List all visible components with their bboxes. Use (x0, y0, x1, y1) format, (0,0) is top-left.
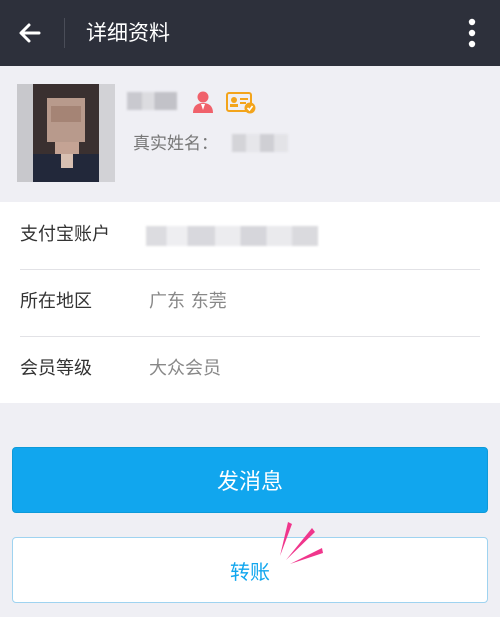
row-region: 所在地区 广东 东莞 (0, 269, 500, 336)
person-icon (193, 91, 213, 113)
send-message-button[interactable]: 发消息 (12, 447, 488, 513)
member-level-value: 大众会员 (149, 358, 221, 379)
avatar-image (17, 84, 115, 182)
page-title: 详细资料 (86, 21, 170, 45)
header-divider (64, 18, 65, 48)
alipay-account-blurred (146, 226, 318, 246)
member-level-label: 会员等级 (20, 358, 92, 379)
transfer-button[interactable]: 转账 (12, 537, 488, 603)
row-alipay-account[interactable]: 支付宝账户 (0, 202, 500, 269)
region-value: 广东 东莞 (149, 291, 227, 312)
back-button[interactable] (12, 15, 48, 51)
realname-label: 真实姓名： (133, 134, 218, 154)
more-vertical-icon (468, 18, 476, 48)
arrow-left-icon (19, 23, 41, 43)
profile-section: 真实姓名： (0, 66, 500, 202)
info-list: 支付宝账户 所在地区 广东 东莞 会员等级 大众会员 (0, 202, 500, 403)
nickname-blurred (127, 92, 177, 110)
avatar[interactable] (17, 84, 115, 182)
id-card-verified-icon (226, 92, 256, 114)
highlight-burst-icon (280, 522, 323, 564)
top-bar: 详细资料 (0, 0, 500, 66)
row-member-level: 会员等级 大众会员 (0, 336, 500, 403)
region-label: 所在地区 (20, 291, 92, 312)
more-menu-button[interactable] (462, 15, 482, 51)
alipay-account-label: 支付宝账户 (20, 224, 110, 245)
realname-blurred (232, 134, 288, 152)
